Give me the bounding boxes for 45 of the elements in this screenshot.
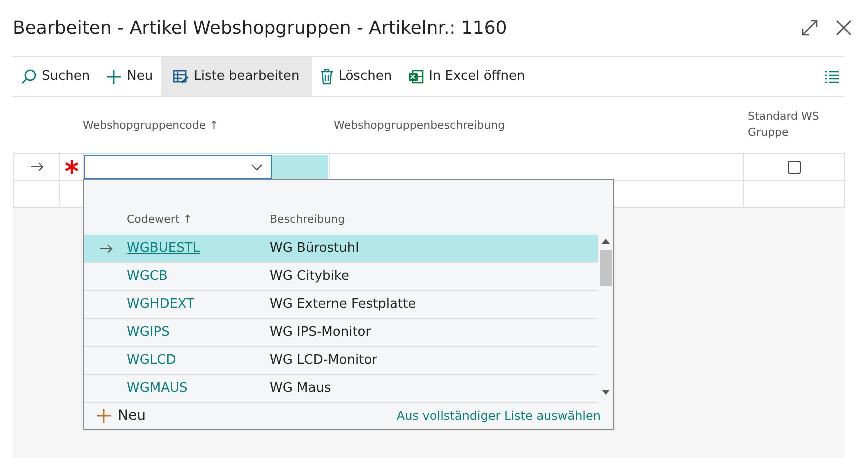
code-link[interactable]: WGHDEXT bbox=[127, 297, 270, 312]
code-link[interactable]: WGBUESTL bbox=[127, 241, 270, 256]
description-text: WG LCD-Monitor bbox=[270, 353, 378, 368]
new-button[interactable]: Neu bbox=[96, 408, 146, 424]
column-header[interactable]: Webshopgruppenbeschreibung bbox=[334, 118, 506, 132]
column-header[interactable]: Codewert ↑ bbox=[127, 213, 270, 226]
toolbar-button[interactable]: In Excel öffnen bbox=[400, 57, 534, 96]
close-icon[interactable] bbox=[835, 19, 853, 37]
code-link[interactable]: WGLCD bbox=[127, 353, 270, 368]
arrow-icon bbox=[98, 244, 112, 254]
description-text: WG Bürostuhl bbox=[270, 241, 360, 256]
column-header[interactable]: Beschreibung bbox=[270, 213, 346, 226]
column-header[interactable]: Webshopgruppencode ↑ bbox=[83, 118, 219, 132]
lookup-row[interactable]: WGMAUS WG Maus bbox=[84, 375, 598, 403]
lookup-row[interactable]: WGHDEXT WG Externe Festplatte bbox=[84, 291, 598, 319]
list-view-icon[interactable] bbox=[824, 70, 840, 84]
toolbar-button[interactable]: Liste bearbeiten bbox=[161, 57, 312, 96]
description-text: WG Externe Festplatte bbox=[270, 297, 416, 312]
lookup-row[interactable]: WGCB WG Citybike bbox=[84, 263, 598, 291]
code-link[interactable]: WGIPS bbox=[127, 325, 270, 340]
cell-highlight bbox=[272, 154, 328, 180]
lookup-row[interactable]: WGIPS WG IPS-Monitor bbox=[84, 319, 598, 347]
code-link[interactable]: WGMAUS bbox=[127, 381, 270, 396]
search-icon bbox=[21, 68, 37, 84]
chevron-icon bbox=[251, 164, 263, 170]
column-header[interactable]: Standard WS Gruppe bbox=[748, 109, 833, 141]
window-title: Bearbeiten - Artikel Webshopgruppen - Artikelnr.: 1160 bbox=[13, 18, 508, 38]
code-link[interactable]: WGCB bbox=[127, 269, 270, 284]
toolbar-button[interactable]: Löschen bbox=[312, 57, 400, 96]
expand-icon[interactable] bbox=[801, 19, 819, 37]
full-list-link[interactable]: Aus vollständiger Liste auswählen bbox=[396, 409, 601, 423]
toolbar-button[interactable]: Neu bbox=[98, 57, 162, 96]
description-text: WG IPS-Monitor bbox=[270, 325, 372, 340]
description-text: WG Maus bbox=[270, 381, 332, 396]
trash-icon bbox=[320, 68, 334, 84]
code-field[interactable] bbox=[84, 155, 272, 179]
plus-icon bbox=[96, 408, 112, 424]
lookup-row[interactable]: WGLCD WG LCD-Monitor bbox=[84, 347, 598, 375]
plus-icon bbox=[106, 68, 122, 84]
lookup-row[interactable]: WGBUESTL WG Bürostuhl bbox=[84, 235, 598, 263]
toolbar-button[interactable]: Suchen bbox=[13, 57, 98, 96]
description-text: WG Citybike bbox=[270, 269, 350, 284]
table-edit-icon bbox=[173, 68, 190, 84]
checkbox[interactable] bbox=[788, 160, 800, 174]
spreadsheet-icon bbox=[408, 68, 424, 84]
